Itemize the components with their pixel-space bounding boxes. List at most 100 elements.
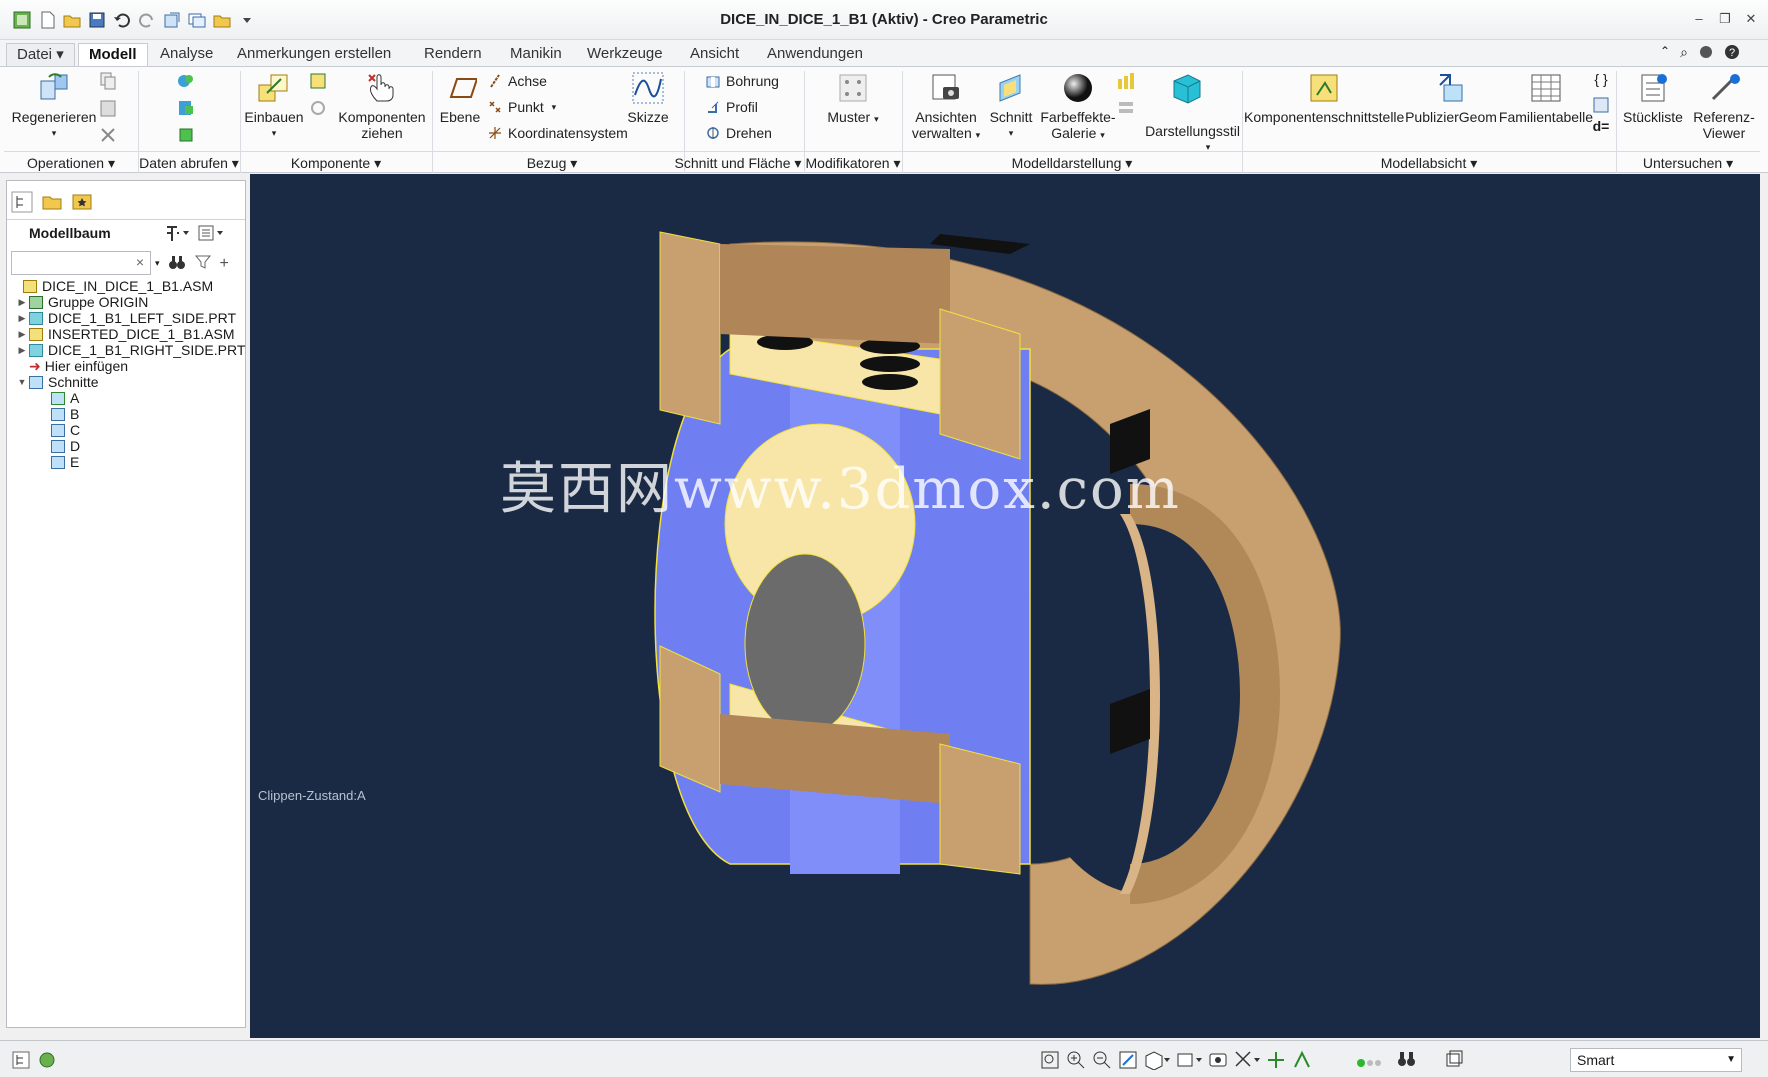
sketch-icon bbox=[631, 71, 665, 105]
model-render[interactable] bbox=[250, 174, 1760, 1038]
tab-analyse[interactable]: Analyse bbox=[150, 43, 223, 66]
stueckliste-button[interactable]: Stückliste bbox=[1620, 71, 1686, 125]
group-daten-abrufen[interactable]: Daten abrufen ▾ bbox=[138, 151, 240, 173]
achse-button[interactable]: Achse bbox=[488, 71, 547, 91]
copy-geometry-icon[interactable] bbox=[176, 71, 196, 91]
regenerieren-button[interactable]: Regenerieren ▾ bbox=[10, 71, 98, 141]
komponentenschnittstelle-button[interactable]: Komponentenschnittstelle bbox=[1244, 71, 1404, 125]
komponenten-ziehen-button[interactable]: Komponenten ziehen bbox=[336, 71, 428, 141]
group-schnitt-und-flaeche[interactable]: Schnitt und Fläche ▾ bbox=[672, 151, 804, 173]
komponente-small-tools bbox=[308, 71, 328, 121]
community-icon[interactable] bbox=[1698, 44, 1714, 63]
graphics-viewport[interactable]: 莫西网www.3dmox.com Clippen-Zustand:A bbox=[250, 174, 1760, 1038]
view-manager-icon[interactable] bbox=[1208, 1050, 1228, 1073]
tree-search-tools: ▾ + bbox=[155, 253, 229, 274]
paste-icon[interactable] bbox=[98, 98, 118, 118]
ebene-button[interactable]: Ebene bbox=[436, 71, 484, 125]
muster-button[interactable]: Muster ▾ bbox=[820, 71, 886, 127]
show-icon[interactable] bbox=[197, 223, 225, 246]
delete-icon[interactable] bbox=[98, 125, 118, 145]
zoom-out-icon[interactable] bbox=[1092, 1050, 1112, 1073]
display-style-icon[interactable] bbox=[1144, 1050, 1170, 1073]
tree-item-section-e[interactable]: E bbox=[51, 453, 79, 471]
help-icon[interactable]: ? bbox=[1724, 44, 1740, 63]
drehen-button[interactable]: Drehen bbox=[706, 123, 772, 143]
zoom-in-icon[interactable] bbox=[1066, 1050, 1086, 1073]
group-modelldarstellung[interactable]: Modelldarstellung ▾ bbox=[902, 151, 1242, 173]
binoculars-icon[interactable] bbox=[168, 253, 186, 274]
daten-abrufen-tools bbox=[176, 71, 206, 148]
punkt-button[interactable]: Punkt ▾ bbox=[488, 97, 556, 117]
clear-search-icon[interactable]: × bbox=[136, 254, 144, 270]
ansichten-verwalten-button[interactable]: Ansichten verwalten ▾ bbox=[906, 71, 986, 143]
skizze-button[interactable]: Skizze bbox=[620, 71, 676, 125]
filter-icon[interactable] bbox=[194, 253, 212, 274]
koordinatensystem-button[interactable]: Koordinatensystem bbox=[488, 123, 628, 143]
refit-icon[interactable] bbox=[1040, 1050, 1060, 1073]
repaint-icon[interactable] bbox=[1118, 1050, 1138, 1073]
model-tree-panel: Modellbaum × ▾ + DICE_IN_DICE_1_B1.ASM ▶… bbox=[6, 180, 246, 1028]
repeat-icon[interactable] bbox=[308, 98, 328, 118]
profil-button[interactable]: Profil bbox=[706, 97, 758, 117]
navigator-toggle-icon[interactable] bbox=[12, 1051, 30, 1069]
pattern-icon bbox=[836, 71, 870, 105]
pip-dot bbox=[862, 374, 918, 390]
familientabelle-button[interactable]: Familientabelle bbox=[1496, 71, 1596, 125]
group-operationen[interactable]: Operationen ▾ bbox=[4, 151, 138, 173]
tab-manikin[interactable]: Manikin bbox=[500, 43, 572, 66]
section-icon bbox=[51, 391, 65, 405]
search-dropdown-icon[interactable]: ▾ bbox=[155, 258, 160, 269]
einbauen-button[interactable]: Einbauen ▾ bbox=[244, 71, 304, 141]
group-modifikatoren[interactable]: Modifikatoren ▾ bbox=[804, 151, 902, 173]
group-untersuchen[interactable]: Untersuchen ▾ bbox=[1616, 151, 1760, 173]
tab-ansicht[interactable]: Ansicht bbox=[680, 43, 749, 66]
tab-datei[interactable]: Datei ▾ bbox=[6, 43, 75, 66]
saved-orientations-icon[interactable] bbox=[1176, 1050, 1202, 1073]
relations-icon[interactable]: { } bbox=[1590, 71, 1612, 95]
tab-anwendungen[interactable]: Anwendungen bbox=[757, 43, 873, 66]
group-modellabsicht[interactable]: Modellabsicht ▾ bbox=[1242, 151, 1616, 173]
shrinkwrap-icon[interactable] bbox=[176, 98, 196, 118]
close-button[interactable]: ✕ bbox=[1738, 8, 1764, 30]
create-component-icon[interactable] bbox=[308, 71, 328, 91]
layers-icon[interactable] bbox=[1116, 98, 1136, 118]
tab-modell[interactable]: Modell bbox=[78, 43, 148, 66]
group-komponente[interactable]: Komponente ▾ bbox=[240, 151, 432, 173]
tab-rendern[interactable]: Rendern bbox=[414, 43, 492, 66]
tab-anmerkungen-erstellen[interactable]: Anmerkungen erstellen bbox=[227, 43, 401, 66]
tree-search-input[interactable]: × bbox=[11, 251, 151, 275]
browser-toggle-icon[interactable] bbox=[38, 1051, 56, 1069]
selection-filter-dropdown[interactable]: Smart ▼ bbox=[1570, 1048, 1742, 1072]
frame-block-bottom-right bbox=[939, 743, 1021, 875]
search-icon[interactable]: ⌕ bbox=[1680, 44, 1688, 63]
tree-settings-icon[interactable] bbox=[163, 223, 191, 246]
perspective-icon[interactable] bbox=[1116, 71, 1136, 91]
selection-filter-icon[interactable] bbox=[1444, 1049, 1463, 1067]
d-equals-icon[interactable]: d= bbox=[1590, 118, 1612, 134]
favorites-tab-icon[interactable] bbox=[71, 191, 93, 216]
minimize-ribbon-icon[interactable]: ⌃ bbox=[1660, 44, 1670, 63]
folder-browser-tab-icon[interactable] bbox=[41, 191, 63, 216]
minimize-button[interactable]: – bbox=[1686, 8, 1712, 30]
display-style-cube-icon[interactable] bbox=[1164, 71, 1210, 109]
add-column-icon[interactable]: + bbox=[220, 255, 229, 273]
farbeffekte-galerie-button[interactable]: Farbeffekte- Galerie ▾ bbox=[1038, 71, 1118, 143]
navigator-tabs bbox=[11, 191, 93, 216]
publiziergeom-button[interactable]: PublizierGeom bbox=[1404, 71, 1498, 125]
bohrung-button[interactable]: Bohrung bbox=[706, 71, 779, 91]
relations-tools: { } d= bbox=[1590, 71, 1612, 134]
model-tree-tab-icon[interactable] bbox=[11, 191, 33, 216]
group-bezug[interactable]: Bezug ▾ bbox=[432, 151, 672, 173]
referenz-viewer-button[interactable]: Referenz- Viewer bbox=[1688, 71, 1760, 141]
schnitt-button[interactable]: Schnitt ▾ bbox=[986, 71, 1036, 141]
annotation-display-icon[interactable] bbox=[1292, 1050, 1312, 1073]
restore-button[interactable]: ❐ bbox=[1712, 8, 1738, 30]
parameters-icon[interactable] bbox=[1591, 95, 1611, 115]
datum-display-icon[interactable] bbox=[1234, 1050, 1260, 1073]
merge-icon[interactable] bbox=[176, 125, 196, 145]
sections-folder-icon bbox=[29, 375, 43, 389]
find-icon[interactable] bbox=[1396, 1049, 1415, 1067]
spin-center-icon[interactable] bbox=[1266, 1050, 1286, 1073]
tab-werkzeuge[interactable]: Werkzeuge bbox=[577, 43, 673, 66]
copy-icon[interactable] bbox=[98, 71, 118, 91]
